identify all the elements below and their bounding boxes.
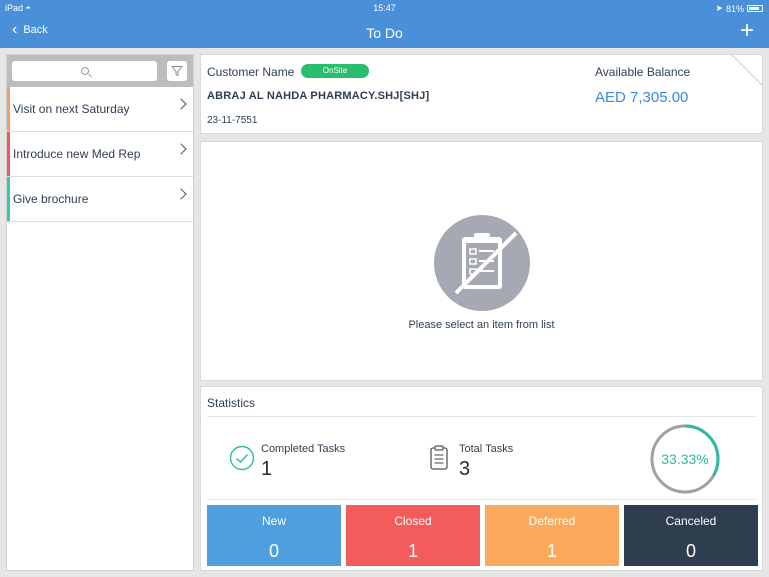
- customer-panel: Customer Name OnSite ABRAJ AL NAHDA PHAR…: [200, 54, 763, 134]
- task-detail-panel: Please select an item from list: [200, 141, 763, 381]
- clipboard-icon: [434, 215, 530, 311]
- priority-bar: [7, 87, 10, 131]
- empty-message: Please select an item from list: [408, 319, 555, 331]
- tile-label: Closed: [394, 514, 432, 528]
- tile-value: 0: [685, 541, 696, 561]
- status-right: ➤ 81%: [715, 3, 763, 14]
- customer-name-label: Customer Name: [207, 65, 295, 79]
- battery-icon: [747, 5, 763, 12]
- balance-value: AED 7,305.00: [595, 89, 689, 106]
- tile-value: 1: [407, 541, 418, 561]
- search-row: [7, 55, 193, 87]
- status-badge: OnSite: [301, 64, 369, 78]
- statistics-panel: Statistics Completed Tasks 1 Total Tasks…: [200, 386, 763, 571]
- customer-name: ABRAJ AL NAHDA PHARMACY.SHJ[SHJ]: [207, 90, 430, 102]
- task-title: Introduce new Med Rep: [13, 147, 141, 161]
- list-item[interactable]: Give brochure: [7, 177, 193, 222]
- total-value: 3: [459, 458, 471, 480]
- statistics-title: Statistics: [207, 396, 256, 410]
- page-fold-icon: [731, 55, 762, 86]
- priority-bar: [7, 177, 10, 221]
- chevron-right-icon: [175, 98, 187, 110]
- priority-bar: [7, 132, 10, 176]
- chevron-right-icon: [175, 143, 187, 155]
- list-item[interactable]: Introduce new Med Rep: [7, 132, 193, 177]
- completion-percent: 33.33%: [661, 451, 709, 467]
- clock: 15:47: [373, 3, 396, 13]
- navigation-bar: ‹ Back To Do +: [0, 18, 769, 46]
- tile-closed[interactable]: Closed 1: [346, 505, 480, 566]
- location-icon: ➤: [715, 3, 723, 13]
- tile-label: Canceled: [665, 514, 717, 528]
- filter-icon: [171, 66, 183, 77]
- status-bar: iPad ◓ 15:47 ➤ 81%: [0, 0, 769, 16]
- total-label: Total Tasks: [459, 443, 514, 455]
- search-icon: [80, 67, 89, 75]
- search-input[interactable]: [12, 61, 157, 81]
- task-title: Visit on next Saturday: [13, 102, 130, 116]
- tile-canceled[interactable]: Canceled 0: [624, 505, 758, 566]
- tile-value: 1: [546, 541, 557, 561]
- battery-percent: 81%: [725, 3, 744, 14]
- tile-label: Deferred: [528, 514, 576, 528]
- add-button[interactable]: +: [740, 18, 754, 44]
- task-list-sidebar: Visit on next Saturday Introduce new Med…: [6, 54, 194, 571]
- chevron-right-icon: [175, 188, 187, 200]
- balance-label: Available Balance: [595, 65, 691, 79]
- list-item[interactable]: Visit on next Saturday: [7, 87, 193, 132]
- divider: [207, 499, 756, 500]
- page-title: To Do: [366, 25, 403, 41]
- completed-value: 1: [261, 458, 273, 480]
- tile-value: 0: [268, 541, 279, 561]
- check-circle-icon: [229, 445, 255, 471]
- filter-button[interactable]: [167, 61, 187, 81]
- top-bar: iPad ◓ 15:47 ➤ 81% ‹ Back To Do +: [0, 0, 769, 48]
- clipboard-list-icon: [430, 445, 448, 470]
- tile-new[interactable]: New 0: [207, 505, 341, 566]
- divider: [207, 416, 756, 417]
- tile-label: New: [261, 514, 286, 528]
- customer-code: 23-11-7551: [207, 115, 258, 126]
- completed-label: Completed Tasks: [261, 443, 346, 455]
- task-title: Give brochure: [13, 192, 89, 206]
- tile-deferred[interactable]: Deferred 1: [485, 505, 619, 566]
